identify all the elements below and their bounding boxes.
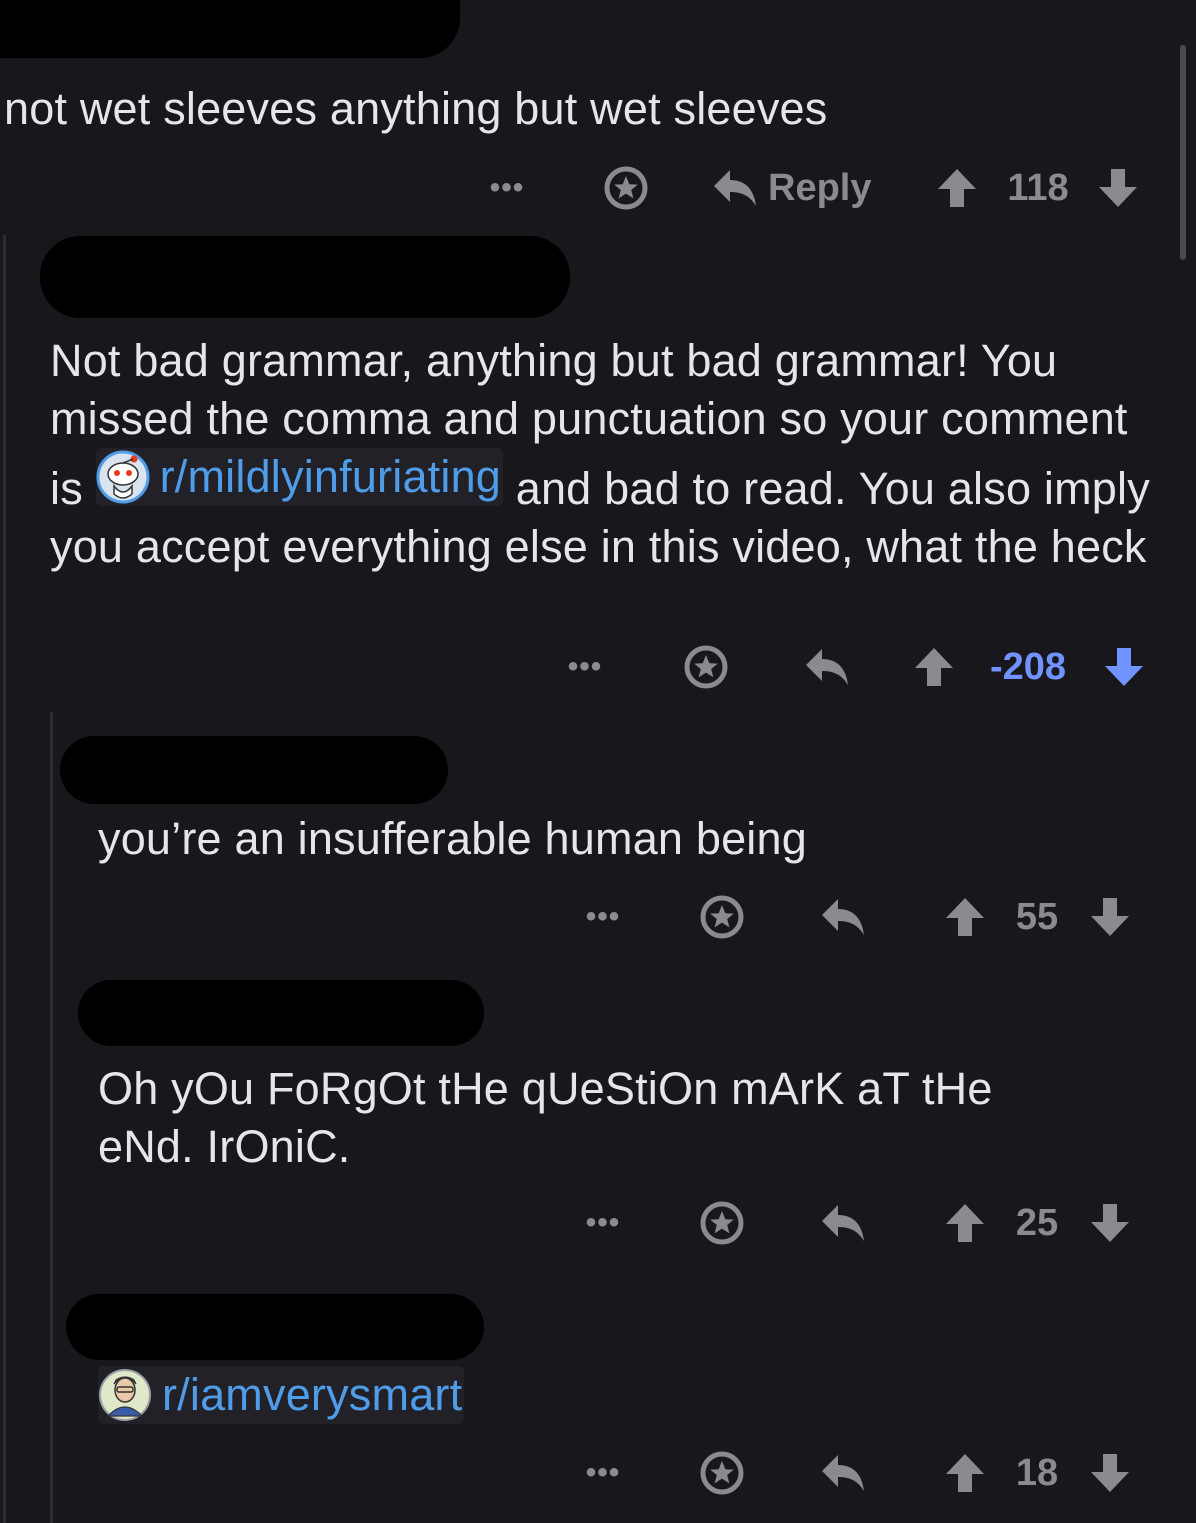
score: -208 [989, 645, 1067, 688]
upvote-button[interactable] [943, 1193, 987, 1253]
redacted-username [0, 0, 460, 58]
subreddit-link[interactable]: r/iamverysmart [98, 1366, 465, 1424]
score: 55 [1015, 895, 1059, 938]
star-icon [700, 895, 744, 939]
comment-body: r/iamverysmart [98, 1366, 798, 1436]
upvote-arrow-icon [915, 648, 953, 686]
comment-actions: ••• Reply 118 [0, 158, 1196, 218]
comment-body: you’re an insufferable human being [98, 813, 807, 864]
score: 118 [1007, 166, 1069, 209]
upvote-button[interactable] [943, 1443, 987, 1503]
thread-line[interactable] [3, 235, 6, 1523]
comment-thread: not wet sleeves anything but wet sleeves… [0, 0, 1196, 1523]
reply-icon [806, 649, 848, 685]
reply-button[interactable] [820, 1193, 866, 1253]
award-button[interactable] [682, 637, 730, 697]
reply-button[interactable]: Reply [712, 158, 882, 218]
comment-body: not wet sleeves anything but wet sleeves [4, 83, 828, 134]
award-button[interactable] [698, 1443, 746, 1503]
redacted-username [60, 736, 448, 804]
downvote-button[interactable] [1088, 887, 1132, 947]
downvote-button[interactable] [1096, 158, 1140, 218]
score: 18 [1015, 1451, 1059, 1494]
upvote-button[interactable] [935, 158, 979, 218]
award-button[interactable] [698, 1193, 746, 1253]
star-icon [700, 1451, 744, 1495]
more-options-button[interactable]: ••• [562, 637, 608, 697]
reply-button[interactable] [820, 1443, 866, 1503]
redacted-username [40, 236, 570, 318]
reply-icon [714, 170, 756, 206]
more-options-button[interactable]: ••• [580, 887, 626, 947]
subreddit-avatar-icon [99, 1369, 151, 1421]
downvote-button[interactable] [1088, 1193, 1132, 1253]
downvote-arrow-icon [1091, 1454, 1129, 1492]
award-button[interactable] [602, 158, 650, 218]
reply-icon [822, 899, 864, 935]
upvote-button[interactable] [943, 887, 987, 947]
comment-body: Not bad grammar, anything but bad gramma… [50, 332, 1160, 576]
downvote-button[interactable] [1102, 637, 1146, 697]
upvote-arrow-icon [946, 898, 984, 936]
downvote-arrow-icon [1099, 169, 1137, 207]
scrollbar[interactable] [1180, 45, 1186, 260]
upvote-arrow-icon [946, 1454, 984, 1492]
upvote-button[interactable] [912, 637, 956, 697]
subreddit-snoo-icon [96, 450, 150, 504]
comment-actions: ••• 18 [0, 1443, 1196, 1503]
star-icon [604, 166, 648, 210]
more-options-button[interactable]: ••• [580, 1443, 626, 1503]
comment-actions: ••• -208 [0, 637, 1196, 697]
subreddit-link[interactable]: r/mildlyinfuriating [95, 448, 504, 506]
reply-icon [822, 1455, 864, 1491]
upvote-arrow-icon [938, 169, 976, 207]
score: 25 [1015, 1201, 1059, 1244]
redacted-username [78, 980, 484, 1046]
downvote-arrow-icon [1091, 1204, 1129, 1242]
star-icon [700, 1201, 744, 1245]
reply-label: Reply [768, 166, 872, 209]
star-icon [684, 645, 728, 689]
downvote-arrow-icon [1105, 648, 1143, 686]
redacted-username [66, 1294, 484, 1360]
comment-actions: ••• 25 [0, 1193, 1196, 1253]
downvote-arrow-icon [1091, 898, 1129, 936]
reply-icon [822, 1205, 864, 1241]
upvote-arrow-icon [946, 1204, 984, 1242]
more-options-button[interactable]: ••• [484, 158, 530, 218]
reply-button[interactable] [804, 637, 850, 697]
reply-button[interactable] [820, 887, 866, 947]
comment-actions: ••• 55 [0, 887, 1196, 947]
comment-body: Oh yOu FoRgOt tHe qUeStiOn mArK aT tHe e… [98, 1063, 993, 1172]
subreddit-name: r/mildlyinfuriating [159, 451, 502, 502]
more-options-button[interactable]: ••• [580, 1193, 626, 1253]
award-button[interactable] [698, 887, 746, 947]
subreddit-name: r/iamverysmart [162, 1369, 463, 1420]
downvote-button[interactable] [1088, 1443, 1132, 1503]
thread-line[interactable] [50, 712, 53, 1523]
